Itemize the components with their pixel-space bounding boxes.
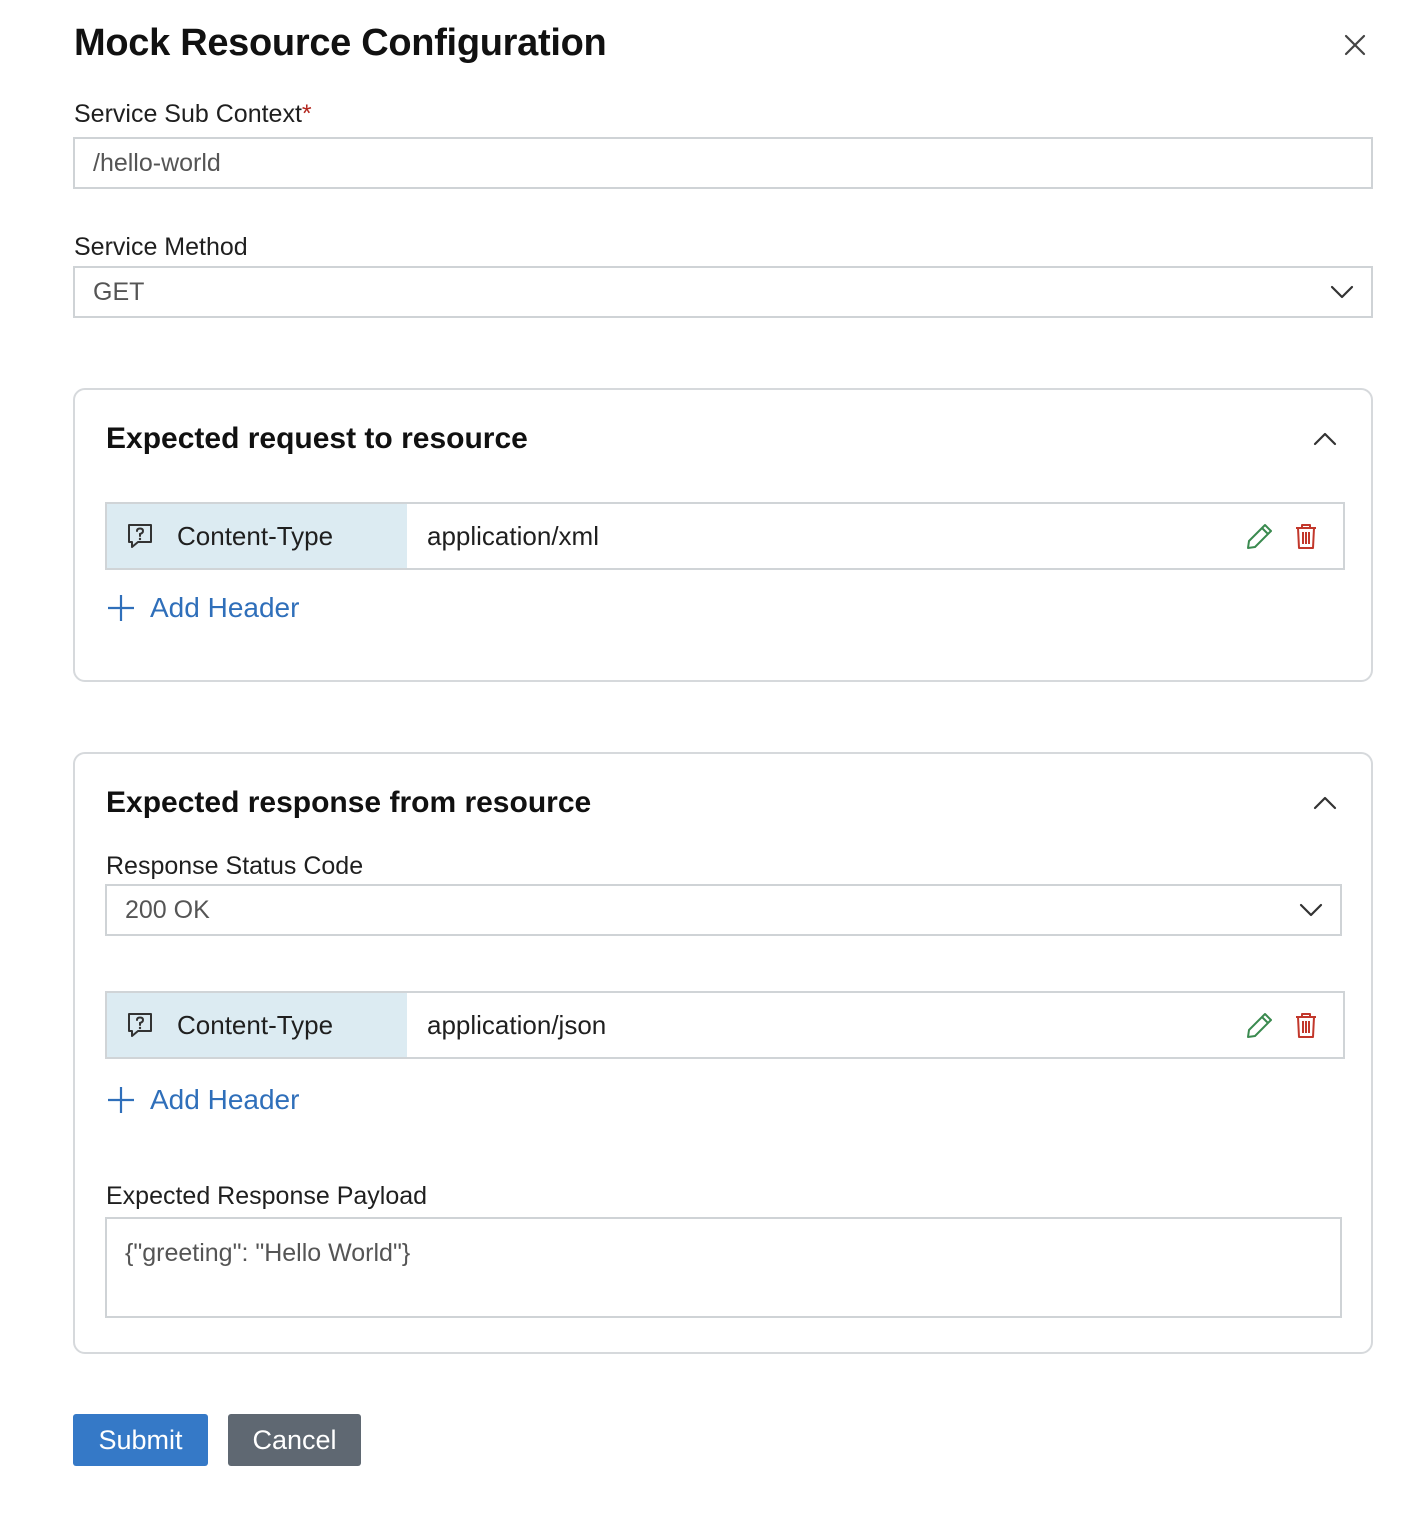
header-key: Content-Type: [107, 504, 407, 568]
request-header-row: Content-Type application/xml: [105, 502, 1345, 570]
service-method-select[interactable]: GET: [73, 266, 1373, 318]
request-panel-title: Expected request to resource: [106, 422, 528, 455]
header-value-cell: application/xml: [407, 504, 1343, 568]
header-name: Content-Type: [177, 520, 334, 551]
status-code-select[interactable]: 200 OK: [105, 884, 1342, 936]
chevron-down-icon: [1299, 903, 1323, 917]
add-response-header-button[interactable]: Add Header: [106, 1084, 299, 1116]
header-value: application/json: [427, 1009, 607, 1040]
sub-context-value: /hello-world: [93, 148, 221, 177]
row-actions: [1245, 1010, 1321, 1040]
header-value-cell: application/json: [407, 993, 1343, 1057]
add-request-header-button[interactable]: Add Header: [106, 592, 299, 624]
add-header-label: Add Header: [150, 592, 300, 623]
status-code-value: 200 OK: [125, 895, 210, 924]
comment-help-icon: [128, 524, 152, 548]
close-icon: [1344, 34, 1366, 56]
chevron-down-icon: [1330, 285, 1354, 299]
chevron-up-icon[interactable]: [1312, 431, 1338, 447]
trash-icon: [1296, 524, 1316, 549]
dialog-title: Mock Resource Configuration: [74, 22, 607, 64]
header-value: application/xml: [427, 520, 599, 551]
header-key: Content-Type: [107, 993, 407, 1057]
payload-label: Expected Response Payload: [106, 1182, 428, 1210]
service-method-label: Service Method: [74, 233, 248, 261]
edit-header-button[interactable]: [1245, 1010, 1275, 1040]
pencil-icon: [1247, 1013, 1272, 1038]
payload-textarea[interactable]: {"greeting": "Hello World"}: [105, 1217, 1342, 1318]
chevron-up-icon[interactable]: [1312, 795, 1338, 811]
edit-header-button[interactable]: [1245, 521, 1275, 551]
submit-button[interactable]: Submit: [73, 1414, 208, 1466]
sub-context-input[interactable]: /hello-world: [73, 137, 1373, 189]
sub-context-label-text: Service Sub Context: [74, 100, 302, 128]
response-header-row: Content-Type application/json: [105, 991, 1345, 1059]
delete-header-button[interactable]: [1291, 521, 1321, 551]
response-panel: Expected response from resource Response…: [73, 752, 1373, 1354]
header-name: Content-Type: [177, 1009, 334, 1040]
plus-icon: [108, 595, 134, 621]
payload-value: {"greeting": "Hello World"}: [125, 1239, 411, 1267]
pencil-icon: [1247, 524, 1272, 549]
comment-help-icon: [128, 1013, 152, 1037]
status-code-label: Response Status Code: [106, 852, 364, 880]
required-mark: *: [301, 100, 312, 128]
close-button[interactable]: [1338, 28, 1372, 62]
delete-header-button[interactable]: [1291, 1010, 1321, 1040]
trash-icon: [1296, 1013, 1316, 1038]
request-panel: Expected request to resource Content-Typ…: [73, 388, 1373, 682]
add-header-label: Add Header: [150, 1084, 300, 1115]
plus-icon: [108, 1087, 134, 1113]
sub-context-label: Service Sub Context*: [74, 100, 312, 129]
response-panel-title: Expected response from resource: [106, 786, 592, 819]
row-actions: [1245, 521, 1321, 551]
service-method-value: GET: [93, 277, 145, 306]
cancel-button[interactable]: Cancel: [228, 1414, 361, 1466]
